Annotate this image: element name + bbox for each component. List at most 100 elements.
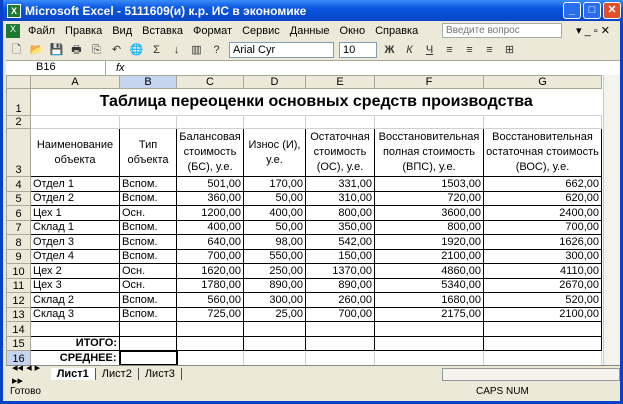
row-header[interactable]: 11 (6, 277, 31, 293)
cell[interactable]: 1370,00 (305, 263, 375, 279)
cell[interactable]: 5340,00 (374, 277, 484, 293)
menu-format[interactable]: Формат (193, 25, 232, 37)
cell[interactable]: 50,00 (243, 190, 306, 206)
cell[interactable]: 501,00 (176, 176, 244, 192)
cell[interactable]: 700,00 (176, 248, 244, 264)
ask-question-input[interactable] (442, 23, 562, 38)
cell[interactable]: Вспом. (119, 219, 177, 235)
cell[interactable]: Склад 2 (30, 292, 120, 308)
save-icon[interactable]: 💾 (49, 43, 64, 58)
header-cell[interactable]: Восстановительная остаточная стоимость (… (483, 128, 602, 177)
cell[interactable] (483, 335, 602, 351)
cell[interactable]: 640,00 (176, 234, 244, 250)
cell[interactable]: 620,00 (483, 190, 602, 206)
align-right-icon[interactable]: ≡ (482, 43, 497, 58)
cell[interactable]: Отдел 1 (30, 176, 120, 192)
header-cell[interactable]: Балансовая стоимость (БС), у.е. (176, 128, 244, 177)
column-header[interactable]: B (119, 75, 177, 89)
open-icon[interactable]: 📂 (29, 43, 44, 58)
cell[interactable]: 260,00 (305, 292, 375, 308)
font-select[interactable]: Arial Cyr (229, 42, 334, 58)
cell[interactable]: 720,00 (374, 190, 484, 206)
cell[interactable]: 890,00 (305, 277, 375, 293)
horizontal-scrollbar[interactable] (441, 367, 620, 381)
row-header[interactable]: 4 (6, 176, 31, 192)
cell[interactable]: 520,00 (483, 292, 602, 308)
cell[interactable]: Вспом. (119, 306, 177, 322)
menu-view[interactable]: Вид (112, 25, 132, 37)
menu-file[interactable]: Файл (28, 25, 55, 37)
cell[interactable] (374, 321, 484, 337)
cell[interactable] (119, 321, 177, 337)
column-header[interactable]: F (374, 75, 484, 89)
cell[interactable]: 560,00 (176, 292, 244, 308)
cell[interactable]: 350,00 (305, 219, 375, 235)
row-header[interactable]: 13 (6, 306, 31, 322)
row-header[interactable]: 1 (6, 88, 31, 116)
print-icon[interactable]: 🖶 (69, 43, 84, 58)
new-icon[interactable]: 🗋 (9, 43, 24, 58)
undo-icon[interactable]: ↶ (109, 43, 124, 58)
row-header[interactable]: 12 (6, 292, 31, 308)
align-center-icon[interactable]: ≡ (462, 43, 477, 58)
cell[interactable]: Склад 3 (30, 306, 120, 322)
cell[interactable]: 1503,00 (374, 176, 484, 192)
cell[interactable]: 700,00 (305, 306, 375, 322)
cell[interactable]: 800,00 (305, 205, 375, 221)
maximize-button[interactable]: □ (583, 2, 601, 19)
close-button[interactable]: ✕ (603, 2, 621, 19)
cell[interactable]: Цех 1 (30, 205, 120, 221)
cell[interactable] (243, 335, 306, 351)
cell[interactable]: 2175,00 (374, 306, 484, 322)
tab-sheet2[interactable]: Лист2 (96, 368, 139, 380)
selected-cell[interactable] (118, 349, 178, 365)
menu-data[interactable]: Данные (290, 25, 330, 37)
cell[interactable] (374, 335, 484, 351)
header-cell[interactable]: Тип объекта (119, 128, 177, 177)
row-header[interactable]: 7 (6, 219, 31, 235)
cell[interactable]: 4110,00 (483, 263, 602, 279)
cell[interactable] (119, 335, 177, 351)
cell[interactable]: 300,00 (243, 292, 306, 308)
column-header[interactable]: C (176, 75, 244, 89)
cell[interactable]: 4860,00 (374, 263, 484, 279)
cell[interactable]: Вспом. (119, 292, 177, 308)
cell[interactable]: Цех 3 (30, 277, 120, 293)
cell[interactable]: 50,00 (243, 219, 306, 235)
cell[interactable]: 725,00 (176, 306, 244, 322)
row-header[interactable]: 6 (6, 205, 31, 221)
column-header[interactable]: D (243, 75, 306, 89)
select-all-corner[interactable] (6, 75, 31, 89)
cell[interactable]: Цех 2 (30, 263, 120, 279)
cell[interactable]: Вспом. (119, 234, 177, 250)
minimize-button[interactable]: _ (563, 2, 581, 19)
row-header[interactable]: 14 (6, 321, 31, 337)
cell[interactable] (305, 350, 375, 365)
cell[interactable]: Осн. (119, 205, 177, 221)
cell[interactable]: 98,00 (243, 234, 306, 250)
cell[interactable]: Осн. (119, 263, 177, 279)
cell[interactable] (305, 321, 375, 337)
tab-sheet3[interactable]: Лист3 (139, 368, 182, 380)
cell[interactable] (483, 321, 602, 337)
borders-icon[interactable]: ⊞ (502, 43, 517, 58)
cell[interactable]: 890,00 (243, 277, 306, 293)
header-cell[interactable]: Износ (И), у.е. (243, 128, 306, 177)
autosum-icon[interactable]: Σ (149, 43, 164, 58)
cell[interactable]: 800,00 (374, 219, 484, 235)
font-size-select[interactable]: 10 (339, 42, 377, 58)
cell[interactable]: 550,00 (243, 248, 306, 264)
cell[interactable]: 1200,00 (176, 205, 244, 221)
cell[interactable] (483, 350, 602, 365)
cell[interactable]: 2100,00 (483, 306, 602, 322)
tab-sheet1[interactable]: Лист1 (50, 368, 96, 380)
vertical-scrollbar[interactable] (603, 75, 620, 365)
cell[interactable]: 1626,00 (483, 234, 602, 250)
cell[interactable]: 2670,00 (483, 277, 602, 293)
cell[interactable]: 170,00 (243, 176, 306, 192)
cell[interactable]: Вспом. (119, 190, 177, 206)
cell[interactable]: 1680,00 (374, 292, 484, 308)
cell[interactable]: 250,00 (243, 263, 306, 279)
menu-window[interactable]: Окно (340, 25, 366, 37)
cell[interactable]: 700,00 (483, 219, 602, 235)
